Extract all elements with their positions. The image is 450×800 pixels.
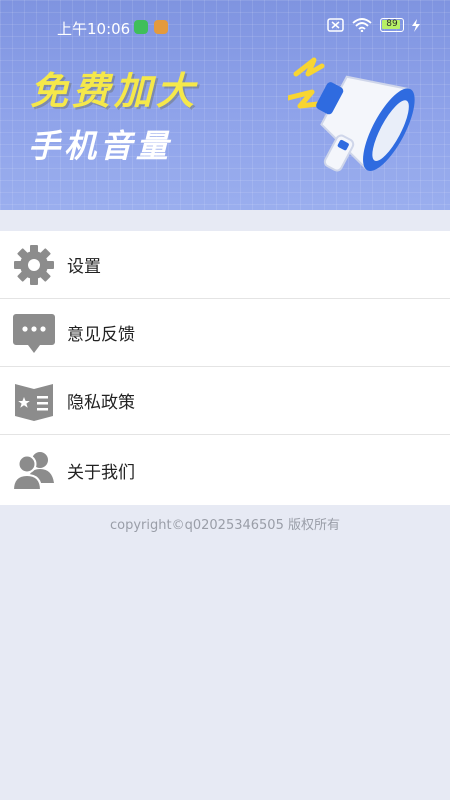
charging-bolt-icon	[412, 18, 420, 32]
sim-off-icon	[327, 18, 344, 32]
battery-icon: 89	[380, 18, 404, 32]
banner-headline: 免费加大	[30, 69, 199, 113]
status-right-icons: 89	[327, 18, 420, 32]
menu-item-label: 意见反馈	[67, 325, 135, 345]
battery-level-text: 89	[386, 19, 398, 29]
status-bar: 上午10:06 89	[0, 0, 450, 52]
menu-item-privacy[interactable]: 隐私政策	[0, 367, 450, 435]
copyright-text: copyright©q02025346505 版权所有	[110, 518, 340, 533]
chat-bubble-icon	[11, 310, 57, 356]
banner: 上午10:06 89 免费加大 手机音量	[0, 0, 450, 210]
status-notification-icons	[134, 20, 168, 34]
menu-item-label: 设置	[67, 257, 101, 277]
menu-item-about[interactable]: 关于我们	[0, 435, 450, 505]
menu-item-feedback[interactable]: 意见反馈	[0, 299, 450, 367]
banner-subline: 手机音量	[28, 127, 173, 165]
megaphone-icon	[288, 57, 415, 172]
status-time: 上午10:06	[57, 20, 131, 38]
privacy-book-icon	[11, 378, 57, 424]
users-icon	[11, 447, 57, 493]
menu-item-label: 隐私政策	[67, 393, 135, 413]
wifi-icon	[352, 18, 372, 32]
menu-item-label: 关于我们	[67, 462, 135, 483]
gear-icon	[11, 242, 57, 288]
menu-item-settings[interactable]: 设置	[0, 231, 450, 299]
wechat-notification-icon	[134, 20, 148, 34]
app-notification-icon	[154, 20, 168, 34]
settings-menu: 设置 意见反馈 隐私政策 关于我们	[0, 231, 450, 505]
